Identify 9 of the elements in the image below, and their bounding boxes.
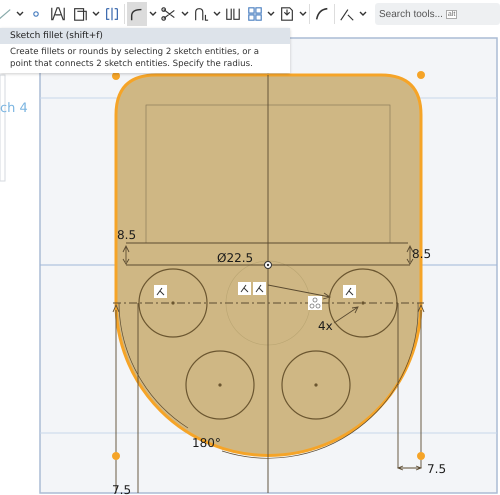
- dimension-label[interactable]: 180°: [192, 436, 221, 450]
- sketch-label: ch 4: [0, 101, 28, 116]
- tooltip-text: Create fillets or rounds by selecting 2 sketch entities, or a point that connects 2 sketch entities. Specify the radius.: [9, 46, 260, 71]
- dimension-label[interactable]: Ø22.5: [217, 251, 254, 265]
- dimension-label[interactable]: 8.5: [117, 228, 136, 242]
- tooltip-title: Sketch fillet (shift+f): [0, 28, 290, 44]
- dimension-label[interactable]: 8.5: [412, 247, 432, 261]
- dimension-label[interactable]: 4x: [318, 319, 333, 333]
- dimension-label[interactable]: 7.5: [427, 462, 446, 476]
